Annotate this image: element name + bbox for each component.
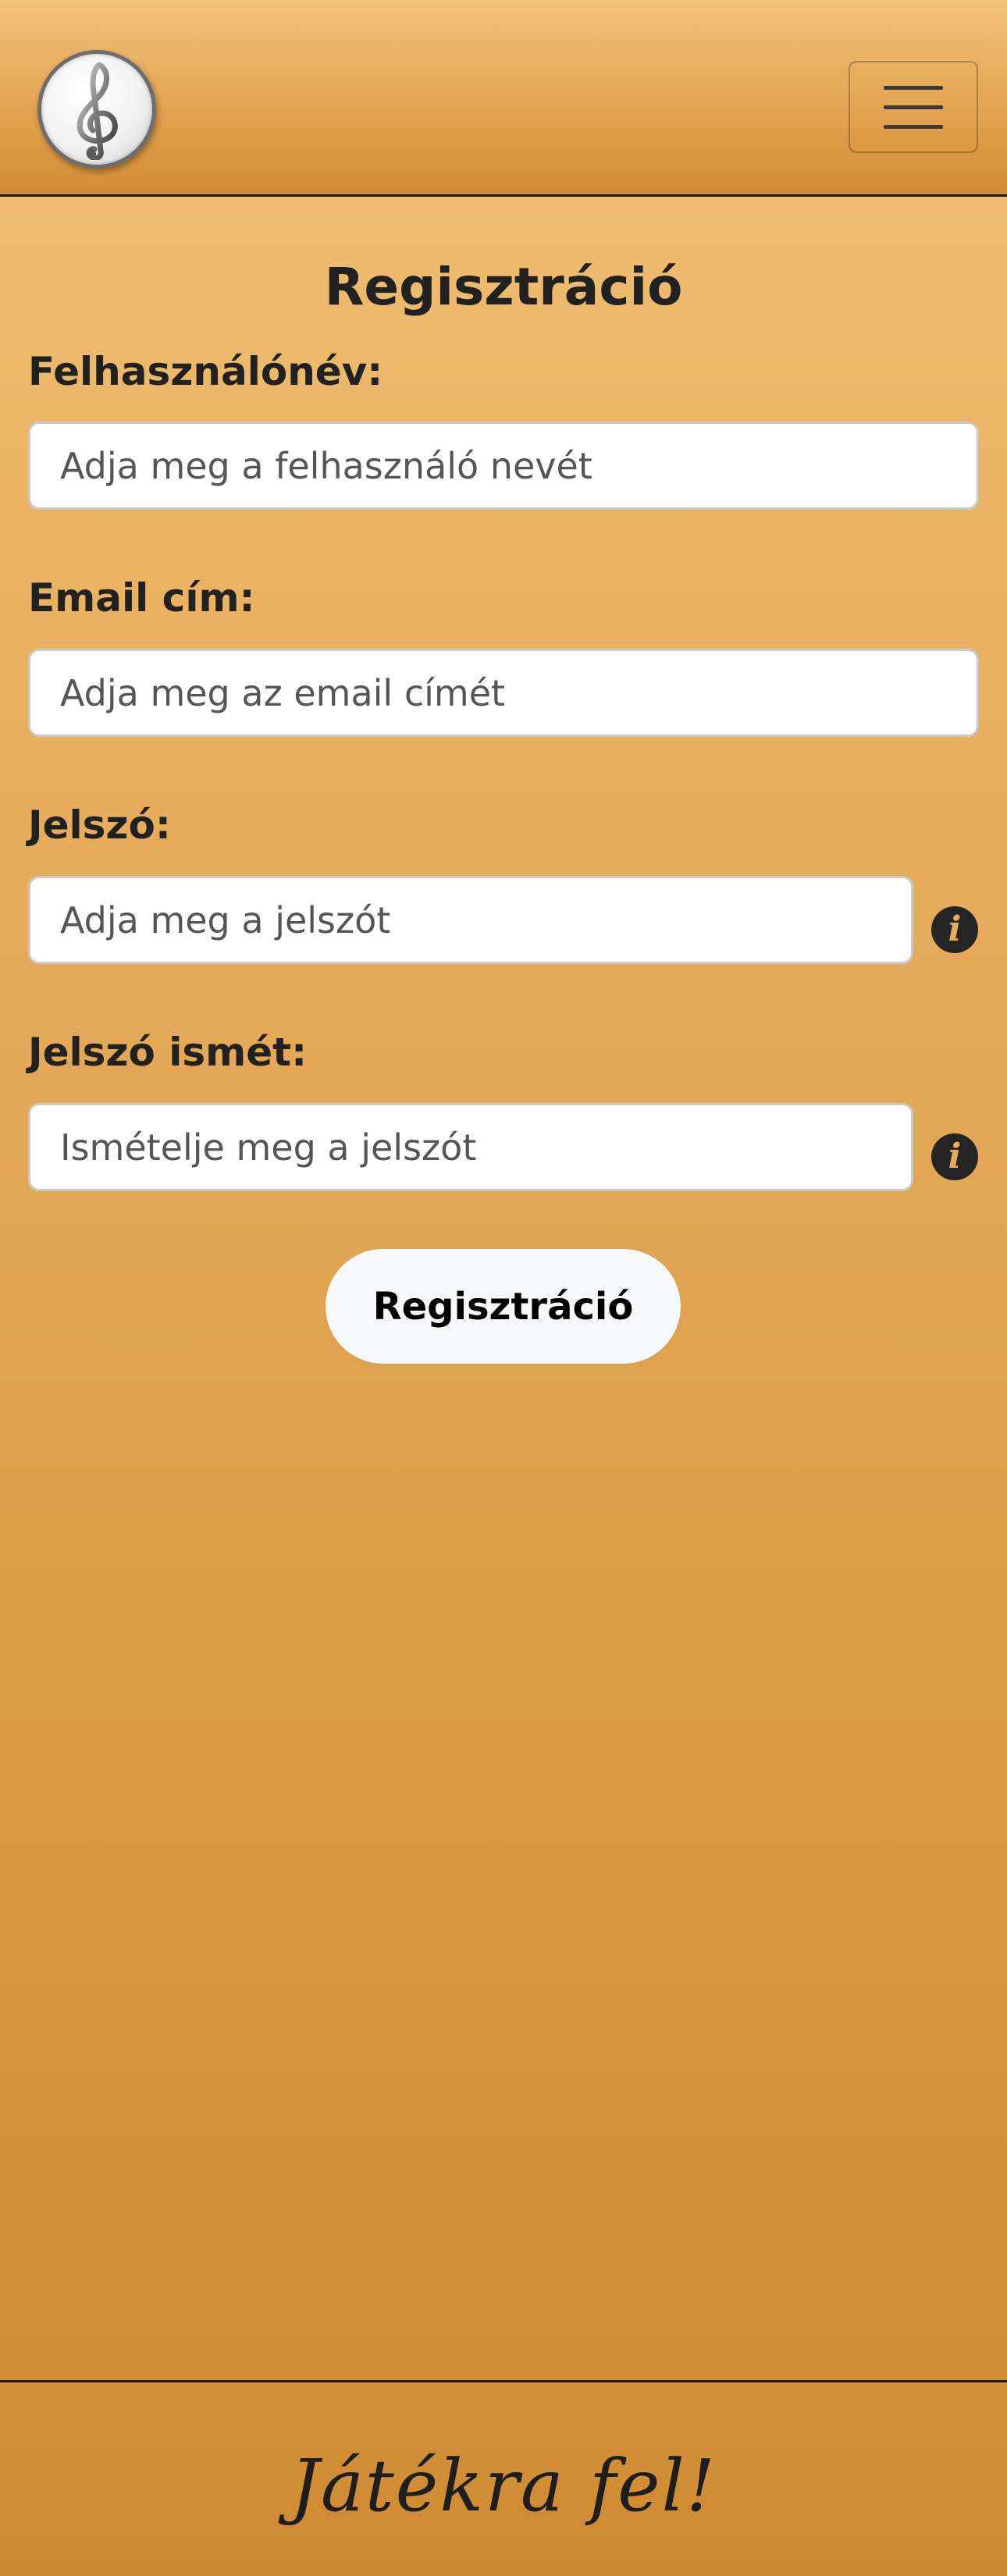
treble-clef-icon[interactable] <box>37 50 156 169</box>
password-label: Jelszó: <box>28 802 171 848</box>
email-input[interactable] <box>28 649 979 737</box>
password-confirm-label: Jelszó ismét: <box>28 1030 308 1075</box>
site-footer: Játékra fel! <box>0 2380 1007 2576</box>
email-label: Email cím: <box>28 575 255 621</box>
treble-clef-glyph <box>77 62 118 160</box>
footer-slogan: Játékra fel! <box>290 2444 717 2528</box>
password-info-icon[interactable]: i <box>931 906 978 953</box>
hamburger-menu-icon-bar <box>884 124 943 129</box>
password-confirm-input[interactable] <box>28 1103 913 1191</box>
page-title: Regisztráció <box>324 257 683 317</box>
menu-toggle-button[interactable] <box>849 61 978 153</box>
username-label: Felhasználónév: <box>28 349 383 394</box>
hamburger-menu-icon <box>884 85 943 90</box>
username-input[interactable] <box>28 422 979 510</box>
site-header <box>0 0 1007 197</box>
hamburger-menu-icon-bar <box>884 105 943 109</box>
password-input[interactable] <box>28 876 913 964</box>
password-confirm-info-icon[interactable]: i <box>931 1133 978 1180</box>
register-button[interactable]: Regisztráció <box>326 1249 681 1364</box>
